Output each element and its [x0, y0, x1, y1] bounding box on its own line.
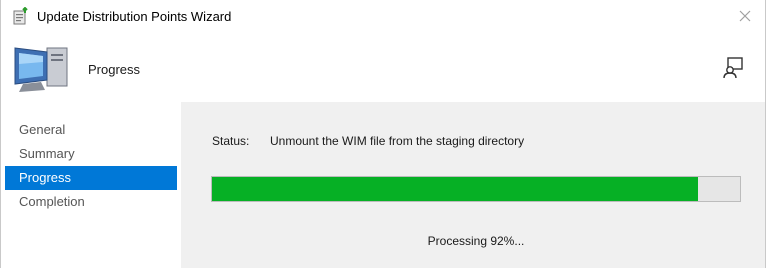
wizard-app-icon	[13, 7, 28, 25]
wizard-header: Progress	[1, 34, 765, 102]
nav-item-progress[interactable]: Progress	[5, 166, 177, 190]
window-title: Update Distribution Points Wizard	[37, 9, 232, 24]
status-label: Status:	[212, 134, 250, 148]
nav-item-general[interactable]: General	[1, 118, 181, 142]
nav-item-label: Summary	[19, 146, 75, 161]
processing-text: Processing 92%...	[427, 234, 525, 248]
progress-content: Status: Unmount the WIM file from the st…	[181, 102, 765, 268]
computer-icon	[14, 47, 68, 92]
nav-item-label: Completion	[19, 194, 85, 209]
close-button[interactable]	[735, 6, 755, 26]
wizard-steps-nav: General Summary Progress Completion	[1, 102, 181, 268]
progress-bar	[211, 176, 741, 202]
help-feedback-icon[interactable]	[721, 56, 745, 80]
progress-bar-fill	[212, 177, 698, 201]
page-title: Progress	[88, 62, 141, 77]
close-icon	[739, 10, 751, 22]
nav-item-completion[interactable]: Completion	[1, 190, 181, 214]
wizard-window: Update Distribution Points Wizard Progre…	[0, 0, 766, 268]
nav-item-label: Progress	[19, 170, 72, 185]
title-bar: Update Distribution Points Wizard	[1, 0, 765, 34]
nav-item-summary[interactable]: Summary	[1, 142, 181, 166]
status-value: Unmount the WIM file from the staging di…	[270, 134, 525, 148]
nav-item-label: General	[19, 122, 66, 137]
